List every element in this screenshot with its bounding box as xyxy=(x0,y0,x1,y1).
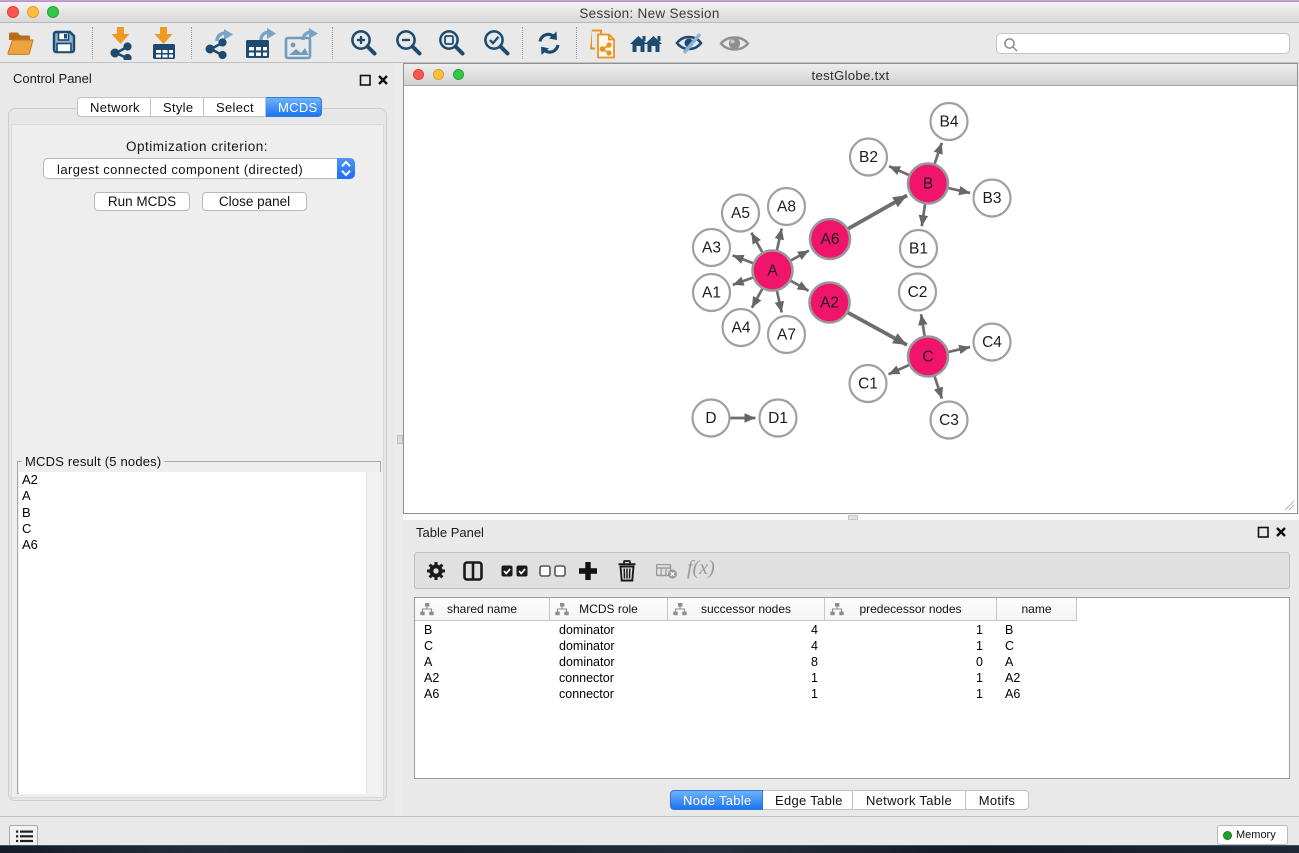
svg-text:D: D xyxy=(705,410,716,427)
svg-text:A1: A1 xyxy=(702,285,721,302)
svg-text:B: B xyxy=(923,176,933,193)
svg-text:A5: A5 xyxy=(731,205,750,222)
svg-text:A: A xyxy=(767,263,778,280)
svg-text:A7: A7 xyxy=(777,327,796,344)
svg-text:B1: B1 xyxy=(909,241,928,258)
svg-text:C3: C3 xyxy=(939,412,959,429)
svg-text:C4: C4 xyxy=(982,334,1002,351)
svg-text:A2: A2 xyxy=(820,295,839,312)
svg-text:A3: A3 xyxy=(702,240,721,257)
svg-text:A4: A4 xyxy=(732,320,751,337)
svg-text:C2: C2 xyxy=(908,284,928,301)
svg-text:B3: B3 xyxy=(983,190,1002,207)
svg-text:C1: C1 xyxy=(858,376,878,393)
svg-text:D1: D1 xyxy=(768,410,788,427)
svg-text:C: C xyxy=(922,349,933,366)
svg-text:B4: B4 xyxy=(940,114,959,131)
svg-text:A6: A6 xyxy=(821,231,840,248)
svg-text:A8: A8 xyxy=(777,199,796,216)
svg-text:B2: B2 xyxy=(859,149,878,166)
